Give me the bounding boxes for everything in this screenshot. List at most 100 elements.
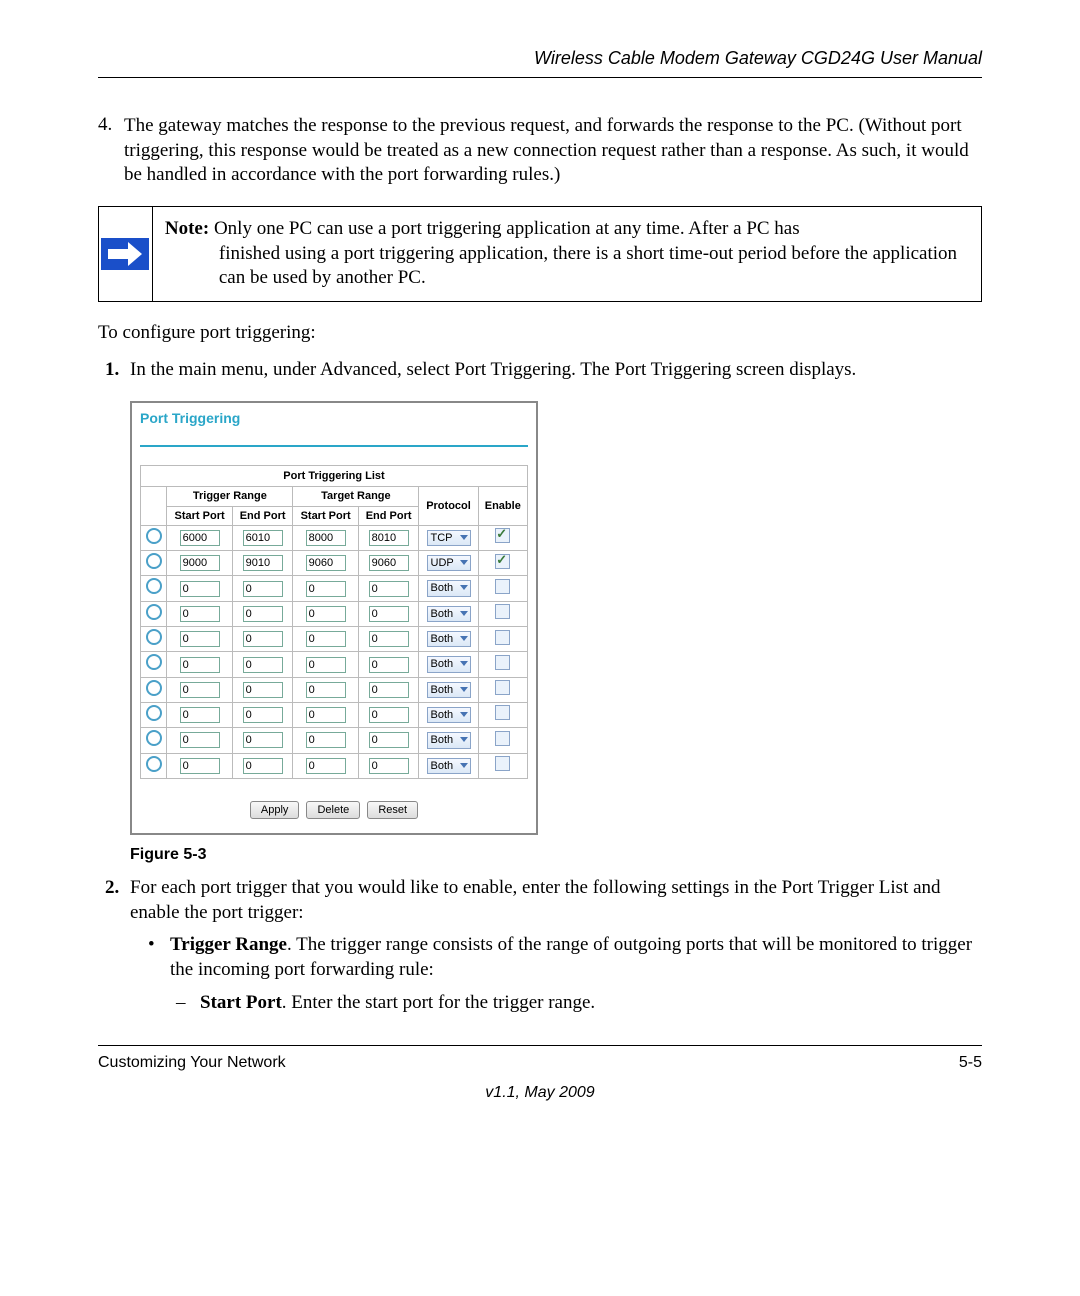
row-radio[interactable] [146,553,162,569]
enable-checkbox[interactable] [495,655,510,670]
target-end-input[interactable] [369,707,409,723]
th-protocol: Protocol [419,487,478,526]
table-row: Both [141,677,528,702]
trigger-start-input[interactable] [180,606,220,622]
trigger-start-input[interactable] [180,657,220,673]
row-radio[interactable] [146,578,162,594]
enable-checkbox[interactable] [495,756,510,771]
intro-text: To configure port triggering: [98,322,982,344]
enable-checkbox[interactable] [495,579,510,594]
target-start-input[interactable] [306,581,346,597]
step-2: For each port trigger that you would lik… [124,876,982,1015]
protocol-select[interactable]: Both [427,606,471,622]
th-target-range: Target Range [293,487,419,506]
trigger-end-input[interactable] [243,732,283,748]
th-target-end: End Port [358,506,419,525]
delete-button[interactable]: Delete [306,801,360,819]
enable-checkbox[interactable] [495,731,510,746]
target-end-input[interactable] [369,581,409,597]
target-start-input[interactable] [306,758,346,774]
trigger-end-input[interactable] [243,682,283,698]
th-enable: Enable [478,487,527,526]
th-trigger-range: Trigger Range [167,487,293,506]
target-start-input[interactable] [306,530,346,546]
note-line2: finished using a port triggering applica… [165,242,969,291]
trigger-start-input[interactable] [180,732,220,748]
trigger-end-input[interactable] [243,555,283,571]
trigger-end-input[interactable] [243,530,283,546]
target-end-input[interactable] [369,631,409,647]
target-end-input[interactable] [369,530,409,546]
target-end-input[interactable] [369,682,409,698]
enable-checkbox[interactable] [495,630,510,645]
enable-checkbox[interactable] [495,554,510,569]
table-row: Both [141,576,528,601]
table-row: Both [141,601,528,626]
trigger-start-input[interactable] [180,530,220,546]
target-start-input[interactable] [306,555,346,571]
bullet-trigger-label: Trigger Range [170,934,287,955]
protocol-select[interactable]: Both [427,682,471,698]
row-radio[interactable] [146,528,162,544]
protocol-select[interactable]: Both [427,580,471,596]
trigger-end-input[interactable] [243,631,283,647]
protocol-select[interactable]: Both [427,656,471,672]
row-radio[interactable] [146,604,162,620]
trigger-end-input[interactable] [243,606,283,622]
table-row: TCP [141,525,528,550]
target-start-input[interactable] [306,707,346,723]
doc-header-title: Wireless Cable Modem Gateway CGD24G User… [98,48,982,69]
enable-checkbox[interactable] [495,705,510,720]
enable-checkbox[interactable] [495,528,510,543]
footer-version: v1.1, May 2009 [98,1084,982,1102]
row-radio[interactable] [146,680,162,696]
row-radio[interactable] [146,730,162,746]
target-start-input[interactable] [306,682,346,698]
screen-title-rule [140,445,528,447]
enable-checkbox[interactable] [495,680,510,695]
table-caption: Port Triggering List [140,465,528,486]
footer-rule [98,1045,982,1046]
protocol-select[interactable]: UDP [427,555,471,571]
note-line1: Only one PC can use a port triggering ap… [209,218,799,239]
trigger-start-input[interactable] [180,682,220,698]
trigger-start-input[interactable] [180,758,220,774]
protocol-select[interactable]: TCP [427,530,471,546]
trigger-end-input[interactable] [243,758,283,774]
enable-checkbox[interactable] [495,604,510,619]
row-radio[interactable] [146,756,162,772]
protocol-select[interactable]: Both [427,732,471,748]
trigger-start-input[interactable] [180,581,220,597]
trigger-end-input[interactable] [243,657,283,673]
row-radio[interactable] [146,705,162,721]
target-end-input[interactable] [369,555,409,571]
protocol-select[interactable]: Both [427,631,471,647]
row-radio[interactable] [146,654,162,670]
trigger-end-input[interactable] [243,581,283,597]
th-target-start: Start Port [293,506,358,525]
table-row: Both [141,728,528,753]
trigger-start-input[interactable] [180,631,220,647]
header-rule [98,77,982,78]
list-item-4-text: The gateway matches the response to the … [124,114,982,188]
target-end-input[interactable] [369,606,409,622]
target-start-input[interactable] [306,606,346,622]
trigger-start-input[interactable] [180,707,220,723]
target-start-input[interactable] [306,631,346,647]
protocol-select[interactable]: Both [427,707,471,723]
target-end-input[interactable] [369,758,409,774]
dash-start-text: . Enter the start port for the trigger r… [282,992,595,1013]
target-end-input[interactable] [369,657,409,673]
target-start-input[interactable] [306,732,346,748]
note-text: Note: Only one PC can use a port trigger… [153,207,981,301]
target-start-input[interactable] [306,657,346,673]
trigger-end-input[interactable] [243,707,283,723]
table-row: Both [141,753,528,778]
trigger-start-input[interactable] [180,555,220,571]
apply-button[interactable]: Apply [250,801,300,819]
table-row: Both [141,627,528,652]
row-radio[interactable] [146,629,162,645]
reset-button[interactable]: Reset [367,801,418,819]
target-end-input[interactable] [369,732,409,748]
protocol-select[interactable]: Both [427,758,471,774]
